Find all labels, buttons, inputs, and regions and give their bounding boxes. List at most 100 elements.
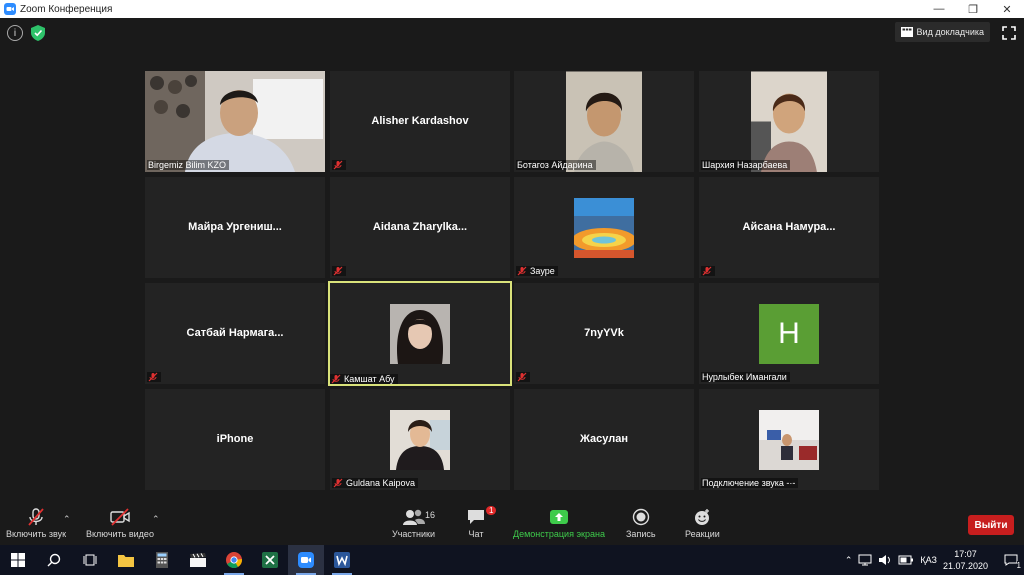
participant-name: Шархия Назарбаева: [702, 160, 788, 170]
info-icon[interactable]: i: [7, 25, 23, 41]
folder-icon: [118, 555, 134, 567]
restore-button[interactable]: ❐: [956, 0, 990, 18]
participant-tile-active-speaker[interactable]: Камшат Абу: [328, 281, 512, 386]
participant-name: Сатбай Нармага...: [186, 327, 284, 339]
participant-tile[interactable]: H Нурлыбек Имангали: [699, 283, 879, 384]
movie-maker-taskbar-item[interactable]: [180, 545, 216, 575]
excel-taskbar-item[interactable]: [252, 545, 288, 575]
start-video-label: Включить видео: [86, 529, 154, 539]
participant-tile[interactable]: iPhone: [145, 389, 325, 490]
participant-name: Aidana Zharylka...: [372, 221, 468, 233]
speaker-view-label: Вид докладчика: [916, 27, 984, 37]
unmute-label: Включить звук: [6, 529, 67, 539]
participant-tile[interactable]: Айсана Намура...: [699, 177, 879, 278]
security-shield-icon[interactable]: [30, 25, 46, 41]
start-button[interactable]: [0, 545, 36, 575]
input-language[interactable]: ҚАЗ: [920, 555, 937, 565]
word-taskbar-item[interactable]: [324, 545, 360, 575]
search-button[interactable]: [36, 545, 72, 575]
muted-mic-icon: [517, 372, 527, 382]
participant-tile[interactable]: Зауре: [514, 177, 694, 278]
clock[interactable]: 17:07 21.07.2020: [943, 548, 988, 572]
search-icon: [47, 553, 61, 567]
clapperboard-icon: [190, 553, 206, 567]
zoom-taskbar-item[interactable]: [288, 545, 324, 575]
calculator-icon: [156, 552, 168, 568]
calculator-taskbar-item[interactable]: [144, 545, 180, 575]
battery-icon[interactable]: [898, 554, 914, 566]
fullscreen-icon[interactable]: [1002, 26, 1016, 40]
muted-mic-icon: [28, 508, 44, 526]
profile-photo: [390, 303, 450, 364]
participants-button[interactable]: 16 Участники: [392, 508, 435, 539]
participant-name: Майра Ургениш...: [188, 221, 282, 233]
audio-options-caret-icon[interactable]: ⌃: [63, 514, 71, 525]
participant-tile[interactable]: Aidana Zharylka...: [330, 177, 510, 278]
window-titlebar: Zoom Конференция — ❐ ✕: [0, 0, 1024, 18]
participants-label: Участники: [392, 529, 435, 539]
video-options-caret-icon[interactable]: ⌃: [152, 514, 160, 525]
minimize-button[interactable]: —: [922, 0, 956, 18]
muted-mic-icon: [331, 374, 341, 384]
participant-video: [566, 71, 642, 172]
grid-view-icon: [900, 27, 913, 37]
window-title: Zoom Конференция: [20, 3, 113, 15]
muted-mic-icon: [333, 266, 343, 276]
chrome-taskbar-item[interactable]: [216, 545, 252, 575]
participant-name: 7nyYVk: [584, 327, 624, 339]
excel-icon: [262, 552, 278, 568]
tray-overflow-icon[interactable]: ⌃: [845, 555, 853, 566]
participant-name: Нурлыбек Имангали: [702, 372, 787, 382]
participant-name: Birgemiz Bilim KZO: [148, 160, 227, 170]
record-icon: [632, 508, 649, 526]
participant-name: Жасулан: [579, 433, 629, 445]
chat-unread-badge: 1: [486, 506, 497, 515]
video-off-icon: [110, 508, 130, 526]
participant-name: Ботагоз Айдарина: [517, 160, 593, 170]
muted-mic-icon: [702, 266, 712, 276]
network-icon[interactable]: [858, 554, 872, 566]
volume-icon[interactable]: [878, 554, 892, 566]
participant-tile[interactable]: Подключение звука -·-: [699, 389, 879, 490]
participant-tile[interactable]: Жасулан: [514, 389, 694, 490]
participant-name: iPhone: [216, 433, 254, 445]
windows-taskbar: ⌃ ҚАЗ 17:07 21.07.2020 1: [0, 545, 1024, 575]
action-center-button[interactable]: 1: [998, 545, 1024, 575]
meeting-topbar: i Вид докладчика: [0, 18, 1024, 48]
initial-avatar: H: [759, 303, 819, 364]
chat-label: Чат: [468, 529, 484, 539]
participant-tile[interactable]: Ботагоз Айдарина: [514, 71, 694, 172]
participant-name: Зауре: [530, 266, 555, 276]
unmute-button[interactable]: Включить звук: [6, 508, 66, 539]
windows-logo-icon: [11, 553, 25, 567]
muted-mic-icon: [148, 372, 158, 382]
file-explorer-taskbar-item[interactable]: [108, 545, 144, 575]
participant-tile[interactable]: 7nyYVk: [514, 283, 694, 384]
participant-tile[interactable]: Шархия Назарбаева: [699, 71, 879, 172]
share-screen-button[interactable]: Демонстрация экрана: [513, 508, 605, 539]
participants-count: 16: [425, 510, 436, 520]
close-button[interactable]: ✕: [990, 0, 1024, 18]
meeting-toolbar: Включить звук ⌃ Включить видео ⌃ 16 Учас…: [0, 500, 1024, 544]
participant-tile[interactable]: Майра Ургениш...: [145, 177, 325, 278]
chat-button[interactable]: 1 Чат: [466, 506, 497, 539]
profile-photo: [390, 409, 450, 470]
reactions-button[interactable]: Реакции: [685, 508, 720, 539]
task-view-button[interactable]: [72, 545, 108, 575]
record-label: Запись: [626, 529, 656, 539]
participant-tile[interactable]: Guldana Kaipova: [330, 389, 510, 490]
system-tray: ⌃ ҚАЗ 17:07 21.07.2020 1: [845, 545, 1024, 575]
leave-meeting-button[interactable]: Выйти: [968, 515, 1014, 535]
participant-name: Alisher Kardashov: [371, 115, 469, 127]
chrome-icon: [226, 552, 242, 568]
record-button[interactable]: Запись: [626, 508, 656, 539]
speaker-view-button[interactable]: Вид докладчика: [894, 22, 990, 42]
participant-tile[interactable]: Birgemiz Bilim KZO: [145, 71, 325, 172]
start-video-button[interactable]: Включить видео: [86, 508, 154, 539]
participant-tile[interactable]: Alisher Kardashov: [330, 71, 510, 172]
participant-tile[interactable]: Сатбай Нармага...: [145, 283, 325, 384]
zoom-icon: [298, 552, 314, 568]
share-screen-label: Демонстрация экрана: [513, 529, 605, 539]
clock-date: 21.07.2020: [942, 561, 988, 571]
participant-name: Айсана Намура...: [742, 221, 836, 233]
